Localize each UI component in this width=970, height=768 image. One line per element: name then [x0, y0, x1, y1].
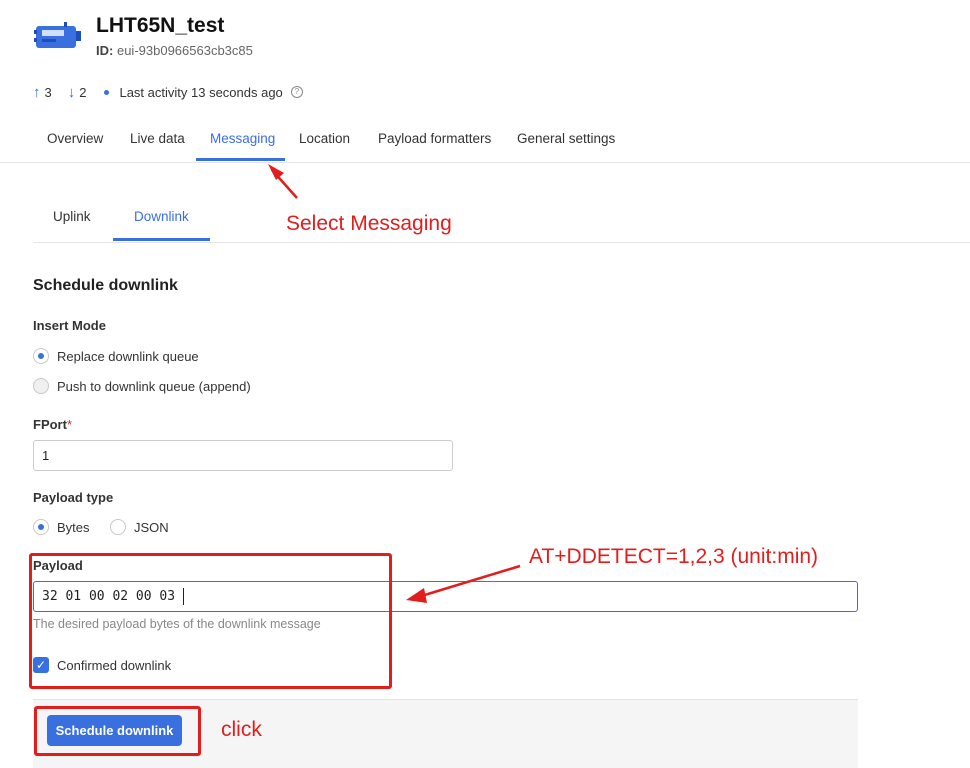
annotation-select-messaging: Select Messaging [286, 212, 452, 235]
arrow-head [268, 164, 284, 180]
annotation-arrows [268, 164, 521, 603]
arrow-head [406, 588, 427, 603]
annotation-click: click [221, 718, 262, 741]
arrow-to-payload [417, 564, 521, 599]
annotation-payload-note: AT+DDETECT=1,2,3 (unit:min) [529, 545, 819, 568]
